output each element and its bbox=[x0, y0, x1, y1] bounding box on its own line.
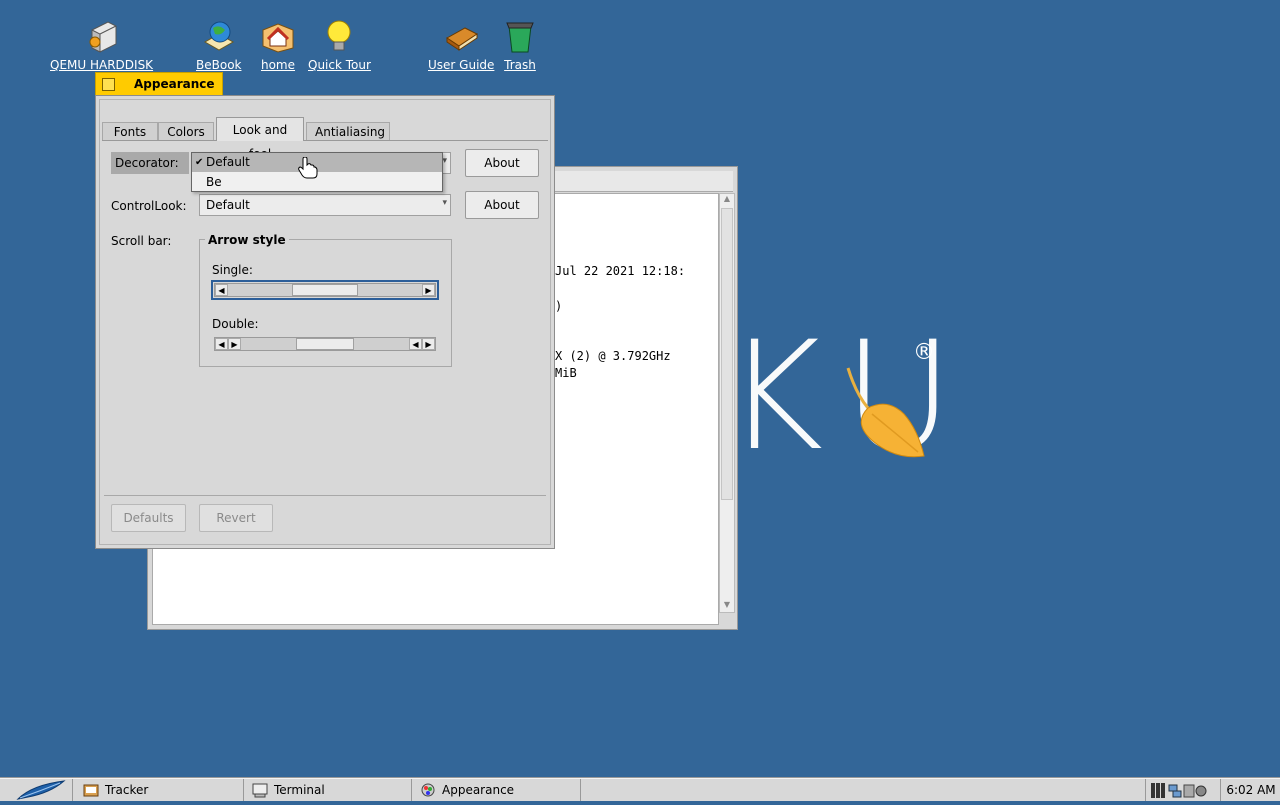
scrollbar-thumb[interactable] bbox=[721, 208, 733, 500]
desktop-icon-label: home bbox=[260, 58, 296, 72]
close-box-icon[interactable] bbox=[102, 78, 115, 91]
scroll-down-arrow-icon[interactable]: ▼ bbox=[720, 600, 734, 612]
volume-icon[interactable] bbox=[1183, 784, 1195, 798]
tab-look-and-feel[interactable]: Look and feel bbox=[216, 117, 304, 161]
window-title: Appearance bbox=[134, 77, 215, 91]
checkmark-icon: ✔ bbox=[195, 157, 204, 168]
menu-item-label: Default bbox=[206, 155, 250, 169]
harddisk-icon bbox=[84, 18, 120, 54]
system-tray bbox=[1145, 779, 1216, 801]
trash-icon bbox=[502, 18, 538, 54]
double-label: Double: bbox=[212, 317, 259, 331]
taskbar-item-label: Appearance bbox=[442, 783, 515, 797]
controllook-about-button[interactable]: About bbox=[465, 191, 539, 219]
desktop-icon-user-guide[interactable]: User Guide bbox=[428, 18, 494, 72]
info-line: ) bbox=[555, 299, 563, 313]
vertical-scrollbar[interactable]: ▲ ▼ bbox=[719, 193, 735, 613]
scrollbar-thumb[interactable] bbox=[296, 338, 354, 350]
scrollbar-thumb[interactable] bbox=[292, 284, 358, 296]
memory-text: MiB bbox=[555, 366, 577, 380]
decorator-label: Decorator: bbox=[111, 152, 189, 174]
taskbar-item-terminal[interactable]: Terminal bbox=[244, 779, 412, 801]
appearance-icon bbox=[420, 782, 436, 798]
scroll-right-arrow-icon[interactable]: ▶ bbox=[422, 284, 435, 296]
desktop-icon-label: Trash bbox=[504, 58, 536, 72]
taskbar-item-label: Tracker bbox=[105, 783, 149, 797]
terminal-icon bbox=[252, 782, 268, 798]
tracker-icon bbox=[83, 782, 99, 798]
desktop-icon-quick-tour[interactable]: Quick Tour bbox=[308, 18, 371, 72]
registered-mark: ® bbox=[913, 340, 935, 365]
appearance-window-tab[interactable]: Appearance bbox=[95, 72, 223, 95]
book-icon bbox=[443, 18, 479, 54]
desktop-icon-label: User Guide bbox=[428, 58, 495, 72]
decorator-about-button[interactable]: About bbox=[465, 149, 539, 177]
tab-fonts[interactable]: Fonts bbox=[102, 122, 158, 140]
scroll-up-arrow-icon[interactable]: ▲ bbox=[720, 194, 734, 206]
desktop-icon-label: QEMU HARDDISK bbox=[50, 58, 154, 72]
desktop-icon-trash[interactable]: Trash bbox=[502, 18, 538, 72]
tab-colors[interactable]: Colors bbox=[158, 122, 214, 140]
single-label: Single: bbox=[212, 263, 253, 277]
scroll-left-arrow-icon[interactable]: ◀ bbox=[215, 338, 228, 350]
scroll-right-arrow-icon[interactable]: ▶ bbox=[228, 338, 241, 350]
scroll-right-arrow-icon[interactable]: ▶ bbox=[422, 338, 435, 350]
controllook-value: Default bbox=[206, 198, 250, 212]
processor-text: X (2) @ 3.792GHz bbox=[555, 349, 671, 363]
power-status-icon[interactable] bbox=[1195, 785, 1207, 797]
menu-item-label: Be bbox=[206, 175, 222, 189]
desktop-icon-home[interactable]: home bbox=[260, 18, 296, 72]
revert-button[interactable]: Revert bbox=[199, 504, 273, 532]
tab-bar: Fonts Colors Look and feel Antialiasing bbox=[102, 117, 548, 161]
chevron-down-icon: ▾ bbox=[442, 156, 447, 166]
deskbar: Tracker Terminal Appearance 6:02 AM bbox=[0, 778, 1280, 801]
haiku-leaf-icon bbox=[838, 364, 930, 467]
taskbar-item-appearance[interactable]: Appearance bbox=[412, 779, 581, 801]
hand-pointer-cursor-icon bbox=[298, 156, 318, 182]
desktop-icon-bebook[interactable]: BeBook bbox=[196, 18, 241, 72]
chevron-down-icon: ▾ bbox=[442, 198, 447, 208]
single-arrow-scrollbar[interactable]: ◀ ▶ bbox=[211, 280, 439, 300]
bottom-separator bbox=[104, 495, 546, 496]
scroll-left-arrow-icon[interactable]: ◀ bbox=[215, 284, 228, 296]
build-date-text: Jul 22 2021 12:18: bbox=[555, 264, 686, 278]
double-arrow-scrollbar[interactable]: ◀ ▶ ◀ ▶ bbox=[214, 337, 436, 351]
scroll-left-arrow-icon[interactable]: ◀ bbox=[409, 338, 422, 350]
desktop-icon-qemu-harddisk[interactable]: QEMU HARDDISK bbox=[50, 18, 153, 72]
lightbulb-icon bbox=[321, 18, 357, 54]
cpu-monitor-icon[interactable] bbox=[1151, 783, 1165, 798]
controllook-label: ControlLook: bbox=[111, 199, 187, 213]
home-folder-icon bbox=[260, 18, 296, 54]
leaf-menu-button[interactable] bbox=[0, 779, 73, 801]
taskbar-item-tracker[interactable]: Tracker bbox=[75, 779, 244, 801]
network-icon[interactable] bbox=[1168, 784, 1182, 798]
tab-antialiasing[interactable]: Antialiasing bbox=[306, 122, 390, 140]
desktop-icon-label: BeBook bbox=[196, 58, 242, 72]
bebook-icon bbox=[201, 18, 237, 54]
background-window-tab-strip bbox=[553, 171, 733, 192]
arrow-style-title: Arrow style bbox=[205, 233, 289, 247]
scroll-bar-label: Scroll bar: bbox=[111, 234, 172, 248]
clock[interactable]: 6:02 AM bbox=[1220, 779, 1280, 801]
haiku-leaf-menu-icon bbox=[16, 780, 66, 800]
desktop-icon-label: Quick Tour bbox=[308, 58, 371, 72]
taskbar-item-label: Terminal bbox=[274, 783, 325, 797]
defaults-button[interactable]: Defaults bbox=[111, 504, 186, 532]
controllook-dropdown[interactable]: Default ▾ bbox=[199, 194, 451, 216]
